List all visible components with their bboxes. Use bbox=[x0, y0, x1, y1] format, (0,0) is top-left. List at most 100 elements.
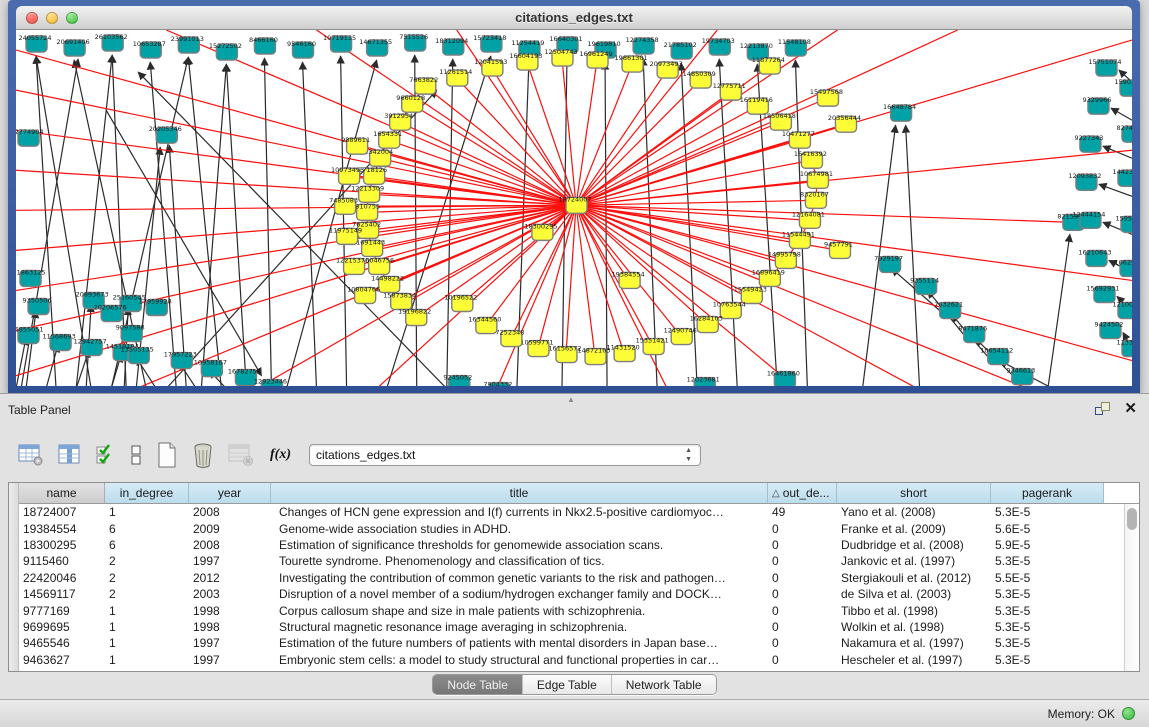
table-cell[interactable]: Investigating the contribution of common… bbox=[271, 571, 768, 585]
table-row[interactable]: 2242004622012Investigating the contribut… bbox=[19, 570, 1124, 586]
table-cell[interactable]: 6 bbox=[105, 522, 189, 536]
table-cell[interactable]: 2008 bbox=[189, 505, 271, 519]
column-header-in_degree[interactable]: in_degree bbox=[105, 483, 189, 503]
table-cell[interactable]: 18724007 bbox=[19, 505, 105, 519]
table-cell[interactable]: de Silva et al. (2003) bbox=[837, 587, 991, 601]
table-cell[interactable]: 5.3E-5 bbox=[991, 554, 1104, 568]
column-header-out_de[interactable]: △out_de... bbox=[768, 483, 837, 503]
table-cell[interactable]: Nakamura et al. (1997) bbox=[837, 636, 991, 650]
table-cell[interactable]: Estimation of the future numbers of pati… bbox=[271, 636, 768, 650]
tab-edge-table[interactable]: Edge Table bbox=[522, 675, 611, 694]
table-row[interactable]: 1456911722003Disruption of a novel membe… bbox=[19, 586, 1124, 602]
table-cell[interactable]: 9115460 bbox=[19, 554, 105, 568]
table-cell[interactable]: 1997 bbox=[189, 653, 271, 667]
table-cell[interactable]: 5.3E-5 bbox=[991, 620, 1104, 634]
table-cell[interactable]: 9465546 bbox=[19, 636, 105, 650]
tab-node-table[interactable]: Node Table bbox=[433, 675, 522, 694]
table-cell[interactable]: Corpus callosum shape and size in male p… bbox=[271, 604, 768, 618]
table-cell[interactable]: 0 bbox=[768, 620, 837, 634]
zoom-window-icon[interactable] bbox=[66, 12, 78, 24]
table-cell[interactable]: Genome-wide association studies in ADHD. bbox=[271, 522, 768, 536]
table-source-dropdown[interactable]: citations_edges.txt ▲▼ bbox=[309, 444, 701, 466]
table-cell[interactable]: 6 bbox=[105, 538, 189, 552]
table-cell[interactable]: 2 bbox=[105, 554, 189, 568]
table-cell[interactable]: Wolkin et al. (1998) bbox=[837, 620, 991, 634]
selection-mode-icon[interactable] bbox=[96, 440, 116, 470]
table-cell[interactable]: 5.3E-5 bbox=[991, 653, 1104, 667]
table-options-icon[interactable] bbox=[18, 440, 44, 470]
table-cell[interactable]: 0 bbox=[768, 554, 837, 568]
table-cell[interactable]: 0 bbox=[768, 653, 837, 667]
table-row[interactable]: 911546021997Tourette syndrome. Phenomeno… bbox=[19, 553, 1124, 569]
column-header-name[interactable]: name bbox=[19, 483, 105, 503]
table-cell[interactable]: 22420046 bbox=[19, 571, 105, 585]
column-header-year[interactable]: year bbox=[189, 483, 271, 503]
table-cell[interactable]: 18300295 bbox=[19, 538, 105, 552]
table-cell[interactable]: 9699695 bbox=[19, 620, 105, 634]
table-cell[interactable]: 2008 bbox=[189, 538, 271, 552]
table-cell[interactable]: 1 bbox=[105, 636, 189, 650]
table-cell[interactable]: Estimation of significance thresholds fo… bbox=[271, 538, 768, 552]
table-row[interactable]: 946362711997Embryonic stem cells: a mode… bbox=[19, 652, 1124, 668]
memory-ok-indicator[interactable] bbox=[1122, 707, 1135, 720]
table-vertical-scrollbar[interactable] bbox=[1124, 504, 1139, 671]
float-panel-icon[interactable] bbox=[1095, 402, 1110, 415]
close-window-icon[interactable] bbox=[26, 12, 38, 24]
column-header-title[interactable]: title bbox=[271, 483, 768, 503]
table-cell[interactable]: 1 bbox=[105, 604, 189, 618]
table-row[interactable]: 969969511998Structural magnetic resonanc… bbox=[19, 619, 1124, 635]
table-cell[interactable]: 2012 bbox=[189, 571, 271, 585]
table-cell[interactable]: Yano et al. (2008) bbox=[837, 505, 991, 519]
table-cell[interactable]: 5.3E-5 bbox=[991, 505, 1104, 519]
table-cell[interactable]: 2 bbox=[105, 571, 189, 585]
table-cell[interactable]: 1997 bbox=[189, 554, 271, 568]
table-cell[interactable]: Hescheler et al. (1997) bbox=[837, 653, 991, 667]
table-cell[interactable]: Structural magnetic resonance image aver… bbox=[271, 620, 768, 634]
new-document-icon[interactable] bbox=[156, 440, 178, 470]
scrollbar-thumb[interactable] bbox=[1127, 508, 1137, 530]
table-cell[interactable]: 5.5E-5 bbox=[991, 571, 1104, 585]
table-cell[interactable]: 0 bbox=[768, 538, 837, 552]
table-row[interactable]: 977716911998Corpus callosum shape and si… bbox=[19, 602, 1124, 618]
table-cell[interactable]: 9777169 bbox=[19, 604, 105, 618]
table-cell[interactable]: 9463627 bbox=[19, 653, 105, 667]
table-cell[interactable]: 0 bbox=[768, 636, 837, 650]
tab-network-table[interactable]: Network Table bbox=[611, 675, 716, 694]
table-cell[interactable]: 1997 bbox=[189, 636, 271, 650]
table-row[interactable]: 1872400712008Changes of HCN gene express… bbox=[19, 504, 1124, 520]
table-cell[interactable]: 0 bbox=[768, 587, 837, 601]
table-cell[interactable]: 5.3E-5 bbox=[991, 604, 1104, 618]
table-cell[interactable]: 2009 bbox=[189, 522, 271, 536]
table-cell[interactable]: Disruption of a novel member of a sodium… bbox=[271, 587, 768, 601]
table-row[interactable]: 946554611997Estimation of the future num… bbox=[19, 635, 1124, 651]
table-cell[interactable]: 5.3E-5 bbox=[991, 636, 1104, 650]
trash-icon[interactable] bbox=[192, 440, 214, 470]
table-cell[interactable]: 0 bbox=[768, 604, 837, 618]
table-cell[interactable]: Stergiakouli et al. (2012) bbox=[837, 571, 991, 585]
table-cell[interactable]: Embryonic stem cells: a model to study s… bbox=[271, 653, 768, 667]
table-cell[interactable]: Franke et al. (2009) bbox=[837, 522, 991, 536]
panel-splitter-handle[interactable]: ▲ bbox=[567, 395, 575, 404]
table-cell[interactable]: Dudbridge et al. (2008) bbox=[837, 538, 991, 552]
table-cell[interactable]: 2003 bbox=[189, 587, 271, 601]
table-cell[interactable]: 0 bbox=[768, 522, 837, 536]
table-cell[interactable]: 5.3E-5 bbox=[991, 587, 1104, 601]
table-cell[interactable]: 1998 bbox=[189, 620, 271, 634]
table-row[interactable]: 1938455462009Genome-wide association stu… bbox=[19, 520, 1124, 536]
column-visibility-icon[interactable] bbox=[58, 440, 82, 470]
minimize-window-icon[interactable] bbox=[46, 12, 58, 24]
table-cell[interactable]: 5.9E-5 bbox=[991, 538, 1104, 552]
table-cell[interactable]: Tourette syndrome. Phenomenology and cla… bbox=[271, 554, 768, 568]
table-row[interactable]: 1830029562008Estimation of significance … bbox=[19, 537, 1124, 553]
table-cell[interactable]: Jankovic et al. (1997) bbox=[837, 554, 991, 568]
table-cell[interactable]: 1 bbox=[105, 653, 189, 667]
column-header-short[interactable]: short bbox=[837, 483, 991, 503]
column-header-pagerank[interactable]: pagerank bbox=[991, 483, 1104, 503]
close-panel-icon[interactable]: ✕ bbox=[1124, 402, 1137, 415]
function-builder-icon[interactable]: f(x) bbox=[270, 447, 291, 463]
table-cell[interactable]: Tibbo et al. (1998) bbox=[837, 604, 991, 618]
table-cell[interactable]: Changes of HCN gene expression and I(f) … bbox=[271, 505, 768, 519]
table-cell[interactable]: 49 bbox=[768, 505, 837, 519]
table-cell[interactable]: 14569117 bbox=[19, 587, 105, 601]
table-cell[interactable]: 1 bbox=[105, 620, 189, 634]
